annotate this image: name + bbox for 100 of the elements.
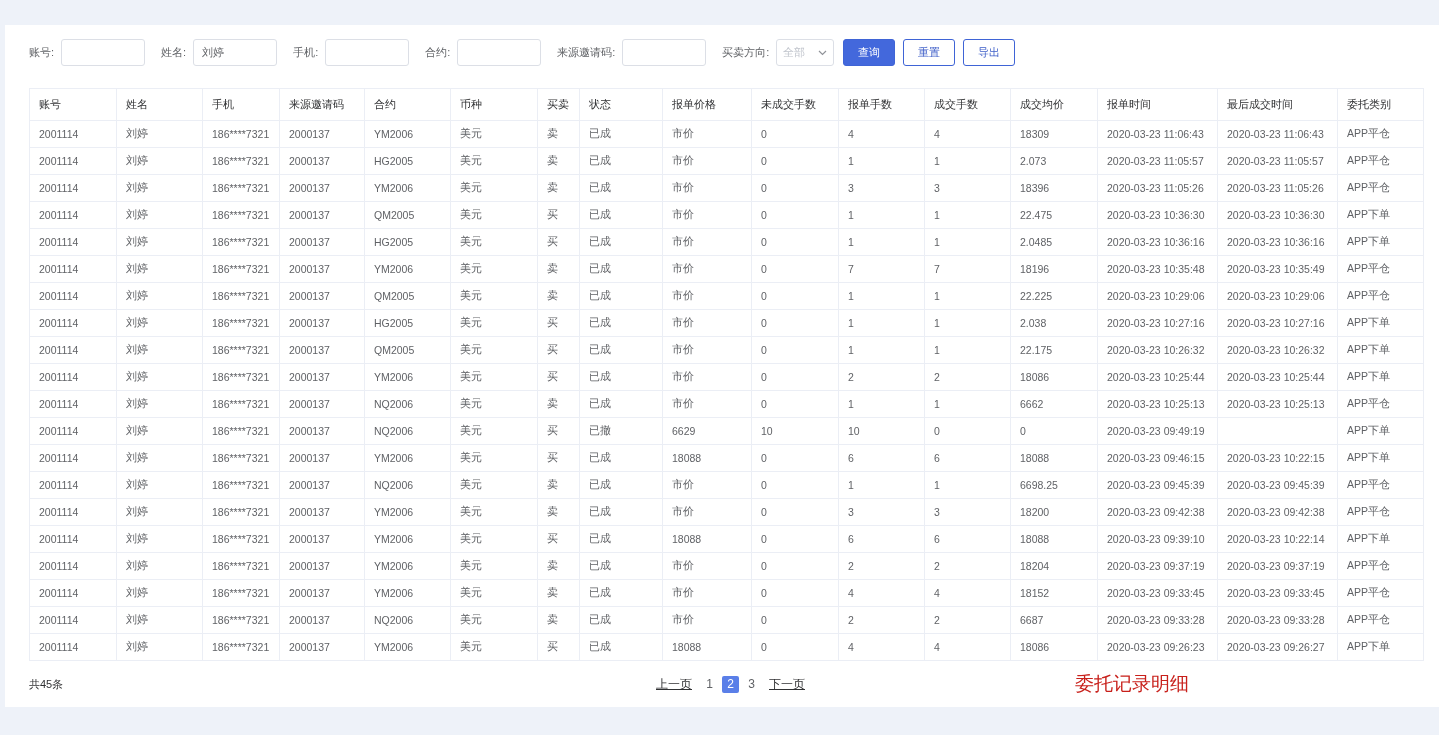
table-cell: 186****7321 (202, 363, 280, 391)
table-cell: 1 (924, 282, 1011, 310)
table-cell: 4 (838, 120, 925, 148)
table-cell: 卖 (537, 552, 580, 580)
table-cell: 0 (751, 579, 839, 607)
table-cell: 1 (924, 228, 1011, 256)
filter-field[interactable] (622, 39, 707, 66)
table-cell: 18086 (1010, 363, 1098, 391)
table-cell: 4 (838, 579, 925, 607)
table-cell: 买 (537, 444, 580, 472)
column-header: 账号 (29, 88, 117, 121)
table-cell: 卖 (537, 606, 580, 634)
column-header: 来源邀请码 (279, 88, 365, 121)
table-cell: 刘婷 (116, 552, 203, 580)
table-cell: 2000137 (279, 417, 365, 445)
table-cell: APP平仓 (1337, 552, 1424, 580)
table-cell: APP平仓 (1337, 282, 1424, 310)
table-cell: NQ2006 (364, 606, 451, 634)
table-cell: 买 (537, 363, 580, 391)
table-cell: 18309 (1010, 120, 1098, 148)
table-cell: 2001114 (29, 471, 117, 499)
table-cell: 0 (751, 552, 839, 580)
table-cell: APP下单 (1337, 336, 1424, 364)
table-cell: 0 (751, 471, 839, 499)
table-cell: 2 (924, 552, 1011, 580)
table-cell: NQ2006 (364, 471, 451, 499)
filter-field[interactable] (457, 39, 542, 66)
table-cell: 0 (751, 228, 839, 256)
table-cell: 2020-03-23 09:39:10 (1097, 525, 1218, 553)
table-cell: 刘婷 (116, 498, 203, 526)
column-header: 最后成交时间 (1217, 88, 1338, 121)
page-number[interactable]: 1 (701, 675, 718, 693)
table-cell: 186****7321 (202, 147, 280, 175)
action-button[interactable]: 查询 (843, 39, 896, 66)
table-cell: 卖 (537, 471, 580, 499)
table-cell: 18200 (1010, 498, 1098, 526)
table-cell: 已成 (579, 363, 663, 391)
table-cell: 4 (924, 633, 1011, 661)
table-cell: 186****7321 (202, 525, 280, 553)
table-cell: 美元 (450, 579, 538, 607)
table-cell: 2000137 (279, 309, 365, 337)
filter-field[interactable]: 刘婷 (193, 39, 278, 66)
table-cell: 186****7321 (202, 552, 280, 580)
table-cell: APP平仓 (1337, 498, 1424, 526)
table-cell: 刘婷 (116, 255, 203, 283)
table-cell: HG2005 (364, 309, 451, 337)
table-cell: 2020-03-23 10:35:48 (1097, 255, 1218, 283)
table-cell: 2000137 (279, 471, 365, 499)
table-cell: 市价 (662, 579, 752, 607)
filter-field[interactable] (325, 39, 410, 66)
table-cell: 0 (924, 417, 1011, 445)
table-cell: 4 (838, 633, 925, 661)
table-cell: 6687 (1010, 606, 1098, 634)
table-cell: 1 (924, 147, 1011, 175)
table-cell: 市价 (662, 201, 752, 229)
page-number[interactable]: 3 (743, 675, 760, 693)
table-cell: 186****7321 (202, 120, 280, 148)
next-page-link[interactable]: 下一页 (769, 675, 805, 693)
table-cell: 市价 (662, 120, 752, 148)
table-cell: 2000137 (279, 201, 365, 229)
column-header: 合约 (364, 88, 451, 121)
table-cell: 2.038 (1010, 309, 1098, 337)
table-cell: QM2005 (364, 336, 451, 364)
table-cell: 市价 (662, 498, 752, 526)
table-cell: YM2006 (364, 255, 451, 283)
table-cell: 7 (924, 255, 1011, 283)
filter-label: 合约: (425, 45, 451, 60)
table-cell: 2020-03-23 09:45:39 (1097, 471, 1218, 499)
table-cell: 已成 (579, 174, 663, 202)
table-cell: 已撤 (579, 417, 663, 445)
table-cell: 18152 (1010, 579, 1098, 607)
table-cell: 美元 (450, 390, 538, 418)
table-cell: 卖 (537, 498, 580, 526)
table-cell: 卖 (537, 255, 580, 283)
table-cell: 2 (838, 363, 925, 391)
page-number[interactable]: 2 (722, 675, 739, 693)
table-cell: 2000137 (279, 498, 365, 526)
table-cell: 2020-03-23 09:33:28 (1097, 606, 1218, 634)
table-cell: 0 (751, 606, 839, 634)
table-cell: 18396 (1010, 174, 1098, 202)
action-button[interactable]: 重置 (903, 39, 956, 66)
filter-field[interactable] (61, 39, 146, 66)
table-cell: 美元 (450, 498, 538, 526)
caption: 委托记录明细 (1075, 672, 1189, 696)
table-cell: YM2006 (364, 552, 451, 580)
prev-page-link[interactable]: 上一页 (656, 675, 692, 693)
table-cell: 18088 (662, 525, 752, 553)
action-button[interactable]: 导出 (963, 39, 1016, 66)
table-cell: 2020-03-23 10:36:30 (1097, 201, 1218, 229)
column-header: 成交手数 (924, 88, 1011, 121)
table-cell: 2001114 (29, 579, 117, 607)
table-cell: 1 (838, 471, 925, 499)
filter-label: 买卖方向: (722, 45, 770, 60)
table-cell: 2001114 (29, 336, 117, 364)
table-cell: YM2006 (364, 633, 451, 661)
column-header: 报单价格 (662, 88, 752, 121)
table-cell: 0 (751, 120, 839, 148)
table-cell: 美元 (450, 336, 538, 364)
table-cell: 2000137 (279, 120, 365, 148)
table-cell: APP平仓 (1337, 174, 1424, 202)
